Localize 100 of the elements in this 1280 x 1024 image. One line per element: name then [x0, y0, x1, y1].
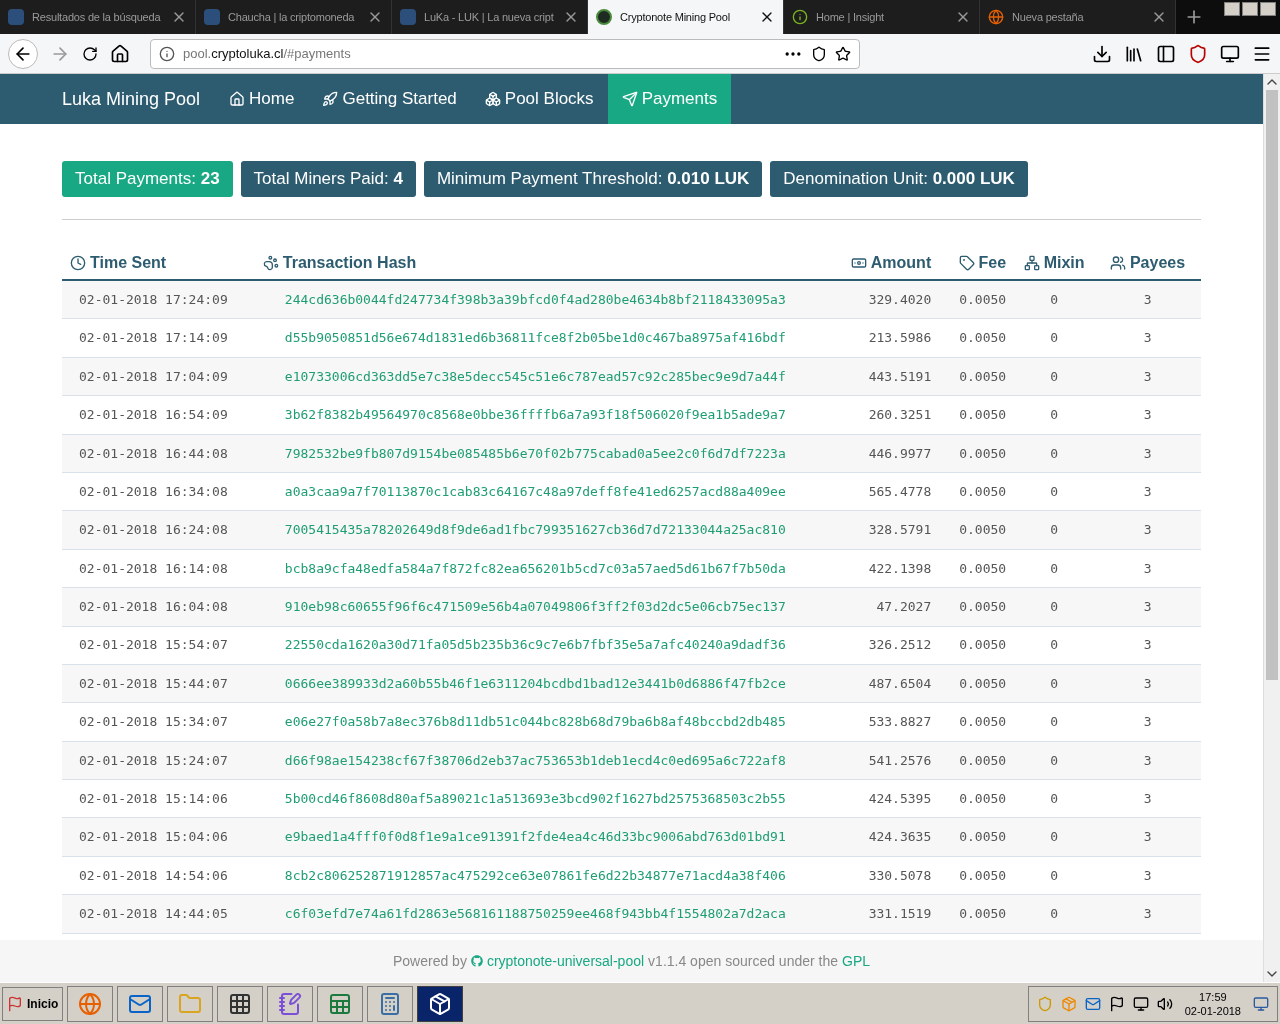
home-icon: [229, 91, 246, 107]
hash-link[interactable]: 0666ee389933d2a60b55b46f1e6311204bcdbd1bad12e3441b0d6886f47fb2ce: [284, 673, 786, 694]
table-cell-text: 3: [1143, 636, 1152, 655]
nav-link[interactable]: Home: [215, 74, 309, 124]
table-cell-text: 3: [1143, 828, 1152, 847]
hash-link[interactable]: bcb8a9cfa48edfa584a7f872fc82ea656201b5cd7c03a57aed5d61b67f7b50da: [284, 558, 786, 579]
table-cell-text: 3: [1143, 559, 1152, 578]
spreadsheet-icon: [328, 991, 353, 1016]
hash-link[interactable]: a0a3caa9a7f70113870c1cab83c64167c48a97deff8fe41ed6257acd88a409ee: [284, 481, 786, 502]
license-link[interactable]: GPL: [842, 950, 871, 972]
table-cell-text: 0.0050: [959, 329, 1007, 348]
table-cell-text: 3: [1143, 444, 1152, 463]
table-cell-text: 0.0050: [959, 444, 1007, 463]
footer-link[interactable]: cryptonote-universal-pool: [486, 950, 645, 972]
window-control-icon[interactable]: [1242, 2, 1258, 16]
nav-link[interactable]: Payments: [607, 74, 732, 124]
hash-link[interactable]: 22550cda1620a30d71fa05d5b235b36c9c7e6b7fbf35e5a7afc40240a9dadf36: [284, 635, 786, 655]
download-icon[interactable]: [1092, 43, 1112, 64]
notepad-icon: [278, 991, 303, 1016]
desktop-icon[interactable]: [1253, 995, 1269, 1012]
hash-link[interactable]: d55b9050851d56e674d1831ed6b36811fce8f2b05be1d0c467ba8975af416bdf: [284, 328, 786, 348]
table-cell-text: 3: [1143, 367, 1152, 386]
back-button[interactable]: [8, 38, 38, 69]
table-cell-text: 0: [1050, 367, 1059, 386]
window-control-icon[interactable]: [1224, 2, 1240, 16]
table-cell-text: 02-01-2018 15:24:07: [79, 751, 228, 770]
table-cell-text: 329.4020: [868, 290, 932, 309]
site-logo-icon: [8, 9, 24, 25]
browser-tab[interactable]: Home | Insight: [784, 0, 980, 34]
table-cell-text: 328.5791: [868, 521, 932, 540]
table-cell-text: 0.0050: [959, 406, 1007, 425]
browser-tab[interactable]: Resultados de la búsqueda: [0, 0, 196, 34]
table-cell-text: 0: [1050, 290, 1059, 309]
table-cell-text: 0.0050: [959, 521, 1007, 540]
table-cell-text: 0.0050: [959, 713, 1007, 732]
clock-date: 02-01-2018: [1184, 1003, 1241, 1018]
table-cell-text: 3: [1143, 329, 1152, 348]
home-icon[interactable]: [110, 43, 130, 64]
address-bar[interactable]: pool.cryptoluka.cl/#payments: [150, 38, 860, 69]
table-cell-text: 02-01-2018 14:44:05: [79, 905, 228, 924]
mail-icon[interactable]: [1084, 995, 1101, 1012]
hash-link[interactable]: c6f03efd7e74a61fd2863e568161188750259ee468f943bb4f1554802a7d2aca: [284, 904, 786, 924]
table-cell-text: 47.2027: [876, 598, 932, 617]
table-cell-text: 0.0050: [959, 482, 1007, 501]
hash-link[interactable]: d66f98ae154238cf67f38706d2eb37ac753653b1deb1ecd4c0ed695a6c722af8: [284, 750, 786, 771]
hash-link[interactable]: e9baed1a4fff0f0d8f1e9a1ce91391f2fde4ea4c46d33bc9006abd763d01bd91: [284, 827, 786, 847]
shield-icon[interactable]: [1188, 43, 1208, 64]
table-cell-text: 0.0050: [959, 290, 1007, 309]
table-cell-text: 3: [1143, 406, 1152, 425]
hash-link[interactable]: 910eb98c60655f96f6c471509e56b4a07049806f3ff2f03d2dc5e06cb75ec137: [284, 597, 786, 617]
table-cell-text: 02-01-2018 16:04:08: [79, 598, 228, 617]
info-icon[interactable]: [159, 45, 175, 62]
table-cell-text: 0: [1050, 636, 1059, 655]
table-cell-text: 0: [1050, 751, 1059, 770]
reload-icon[interactable]: [82, 45, 98, 62]
hash-link[interactable]: 3b62f8382b49564970c8568e0bbe36ffffb6a7a93f18f506020f9ea1b5ade9a7: [284, 405, 786, 425]
hash-link[interactable]: 7005415435a78202649d8f9de6ad1fbc799351627cb36d7d72133044a25ac810: [284, 520, 786, 540]
brand-title[interactable]: Luka Mining Pool: [62, 74, 216, 124]
table-cell-text: 533.8827: [868, 713, 932, 732]
taskbar-app-button[interactable]: [217, 985, 264, 1022]
browser-tab[interactable]: LuKa - LUK | La nueva cript: [392, 0, 588, 34]
nav-link[interactable]: Pool Blocks: [470, 74, 608, 124]
start-button[interactable]: Inicio: [2, 986, 64, 1021]
hash-link[interactable]: 8cb2c806252871912857ac475292ce63e07861fe6d22b34877e71acd4a38f406: [284, 865, 786, 886]
table-cell-text: 02-01-2018 15:04:06: [79, 828, 228, 847]
tab-title: Chaucha | la criptomoneda: [228, 9, 356, 25]
site-logo-icon: [400, 9, 416, 25]
table-cell-text: 0: [1050, 790, 1059, 808]
site-logo-icon: [204, 9, 220, 25]
table-cell-text: 3: [1143, 905, 1152, 924]
bookmark-star-icon[interactable]: [835, 45, 851, 62]
browser-tab[interactable]: Cryptonote Mining Pool: [588, 0, 784, 34]
scrollbar[interactable]: [1263, 74, 1280, 982]
table-cell-text: 424.5395: [868, 790, 932, 808]
hash-link[interactable]: e10733006cd363dd5e7c38e5decc545c51e6c787ead57c92c285bec9e9d7a44f: [284, 366, 786, 387]
hash-link[interactable]: 244cd636b0044fd247734f398b3a39bfcd0f4ad280be4634b8bf2118433095a3: [284, 289, 786, 310]
hash-link[interactable]: 5b00cd46f8608d80af5a89021c1a513693e3bcd902f1627bd2575368503c2b55: [284, 789, 786, 809]
table-cell-text: 3: [1143, 521, 1152, 540]
footer-text: Powered by: [392, 951, 467, 971]
logo-icon: [596, 9, 612, 25]
stat-badge: Total Payments: 23: [62, 161, 233, 197]
footer-text: v1.1.4 open sourced under the: [648, 951, 838, 971]
table-cell-text: 02-01-2018 16:34:08: [79, 482, 228, 501]
volume-icon[interactable]: [1156, 995, 1173, 1012]
hash-link[interactable]: 7982532be9fb807d9154be085485b6e70f02b775cabad0a5ee2c0f6d7df7223a: [284, 443, 786, 463]
table-cell-text: 02-01-2018 17:24:09: [79, 290, 228, 309]
table-cell-text: 3: [1143, 598, 1152, 617]
browser-tab[interactable]: Chaucha | la criptomoneda: [196, 0, 392, 34]
table-cell-text: 0.0050: [959, 828, 1007, 847]
sidebar-icon[interactable]: [1156, 43, 1176, 64]
table-cell-text: 02-01-2018 16:44:08: [79, 444, 228, 463]
browser-tab[interactable]: Nueva pestaña: [980, 0, 1176, 34]
hash-link[interactable]: e06e27f0a58b7a8ec376b8d11db51c044bc828b68d79ba6b8af48bccbd2db485: [284, 712, 786, 732]
table-cell-text: 260.3251: [868, 406, 932, 425]
nav-link[interactable]: Getting Started: [308, 74, 471, 124]
flag-icon[interactable]: [1108, 995, 1125, 1012]
shield-icon[interactable]: [811, 45, 827, 62]
window-control-icon[interactable]: [1260, 2, 1276, 16]
taskbar-app-button[interactable]: [417, 985, 464, 1022]
table-cell-text: 446.9977: [868, 444, 932, 463]
